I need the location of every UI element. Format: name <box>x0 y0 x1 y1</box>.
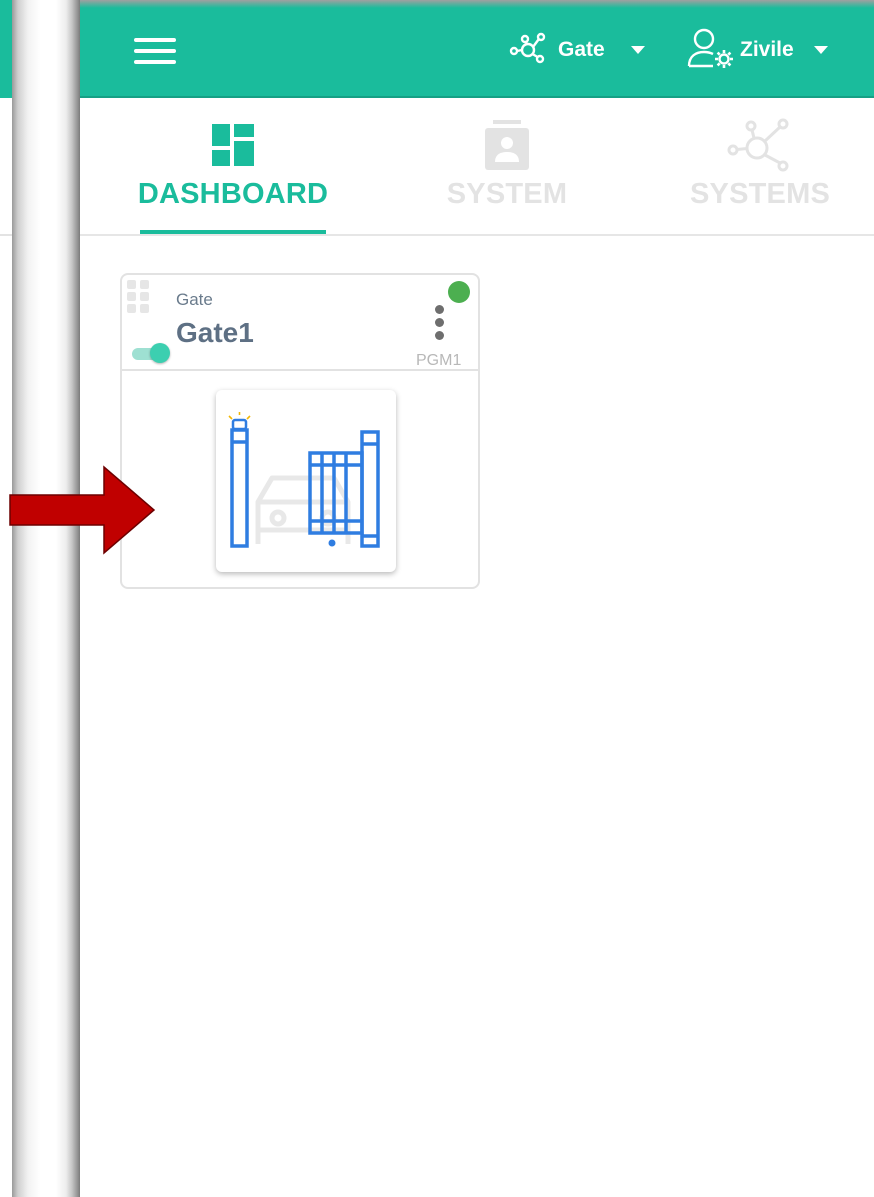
annotation-arrow-icon <box>9 465 156 555</box>
card-header: Gate Gate1 PGM1 <box>122 275 478 371</box>
tab-systems-label: SYSTEMS <box>690 178 830 210</box>
gate-card: Gate Gate1 PGM1 <box>120 273 480 589</box>
user-name: Zivile <box>740 38 794 61</box>
output-label: PGM1 <box>416 352 462 369</box>
dashboard-icon <box>212 122 254 168</box>
tab-dashboard[interactable]: DASHBOARD <box>137 100 329 234</box>
tab-system[interactable]: SYSTEM <box>434 100 580 234</box>
gate-control-button[interactable] <box>216 390 396 572</box>
tab-dashboard-label: DASHBOARD <box>137 178 329 210</box>
app-window: Gate Zivile DASHBOARD SYSTEM SYSTEMS Gat… <box>80 0 874 1197</box>
status-indicator <box>448 281 470 303</box>
window-gutter <box>12 0 80 1197</box>
tab-bar: DASHBOARD SYSTEM SYSTEMS <box>80 100 874 236</box>
card-title: Gate1 <box>176 317 254 348</box>
card-type: Gate <box>176 290 213 309</box>
background-header <box>0 0 12 98</box>
drag-handle-icon[interactable] <box>127 280 151 314</box>
hamburger-icon[interactable] <box>134 38 176 68</box>
system-selector[interactable]: Gate <box>508 30 645 70</box>
active-tab-indicator <box>140 230 326 234</box>
background-divider <box>0 234 12 236</box>
top-app-bar: Gate Zivile <box>80 0 874 98</box>
output-toggle[interactable] <box>132 343 170 363</box>
system-name: Gate <box>558 38 605 61</box>
tab-systems[interactable]: SYSTEMS <box>680 100 840 234</box>
user-menu[interactable]: Zivile <box>686 28 828 72</box>
network-icon <box>508 31 550 70</box>
background-panel <box>0 0 12 1197</box>
tab-system-label: SYSTEM <box>446 178 568 210</box>
network-icon <box>725 118 795 172</box>
system-card-icon <box>483 120 531 170</box>
user-settings-icon <box>686 26 736 75</box>
more-options-icon[interactable] <box>430 305 450 341</box>
chevron-down-icon <box>630 46 645 54</box>
chevron-down-icon <box>813 46 828 54</box>
gate-icon <box>228 412 380 548</box>
